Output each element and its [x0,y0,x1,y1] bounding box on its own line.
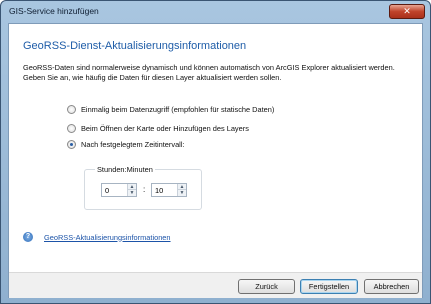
minutes-down-icon[interactable]: ▼ [178,190,186,196]
finish-button[interactable]: Fertigstellen [300,279,358,294]
option-interval[interactable]: Nach festgelegtem Zeitintervall: [67,140,185,149]
help-link[interactable]: ? GeoRSS-Aktualisierungsinformationen [23,232,171,242]
hours-stepper[interactable]: 0 ▲ ▼ [101,183,137,197]
option-interval-label: Nach festgelegtem Zeitintervall: [81,140,185,149]
hours-value[interactable]: 0 [105,186,109,195]
minutes-spin-buttons: ▲ ▼ [177,184,186,196]
close-button[interactable]: ✕ [389,4,425,19]
hours-down-icon[interactable]: ▼ [128,190,136,196]
radio-once[interactable] [67,105,76,114]
option-once[interactable]: Einmalig beim Datenzugriff (empfohlen fü… [67,105,274,114]
back-button[interactable]: Zurück [238,279,295,294]
close-icon: ✕ [403,6,411,16]
dialog-window: GIS-Service hinzufügen ✕ GeoRSS-Dienst-A… [0,0,431,304]
dialog-content: GeoRSS-Dienst-Aktualisierungsinformation… [8,23,423,298]
option-on-open-label: Beim Öffnen der Karte oder Hinzufügen de… [81,124,249,133]
minutes-stepper[interactable]: 10 ▲ ▼ [151,183,187,197]
button-bar: Zurück Fertigstellen Abbrechen [9,272,422,298]
radio-on-open[interactable] [67,124,76,133]
help-icon: ? [23,232,33,242]
page-heading: GeoRSS-Dienst-Aktualisierungsinformation… [23,40,247,52]
interval-group: Stunden:Minuten 0 ▲ ▼ : 10 ▲ ▼ [84,165,202,210]
help-link-text[interactable]: GeoRSS-Aktualisierungsinformationen [44,233,171,242]
time-separator: : [143,185,146,194]
option-on-open[interactable]: Beim Öffnen der Karte oder Hinzufügen de… [67,124,249,133]
minutes-value[interactable]: 10 [155,186,163,195]
hours-spin-buttons: ▲ ▼ [127,184,136,196]
window-title: GIS-Service hinzufügen [9,6,99,16]
intro-text: GeoRSS-Daten sind normalerweise dynamisc… [23,63,395,82]
cancel-button[interactable]: Abbrechen [364,279,419,294]
radio-interval[interactable] [67,140,76,149]
option-once-label: Einmalig beim Datenzugriff (empfohlen fü… [81,105,275,114]
title-bar[interactable]: GIS-Service hinzufügen ✕ [1,1,430,23]
interval-group-label: Stunden:Minuten [95,165,155,174]
